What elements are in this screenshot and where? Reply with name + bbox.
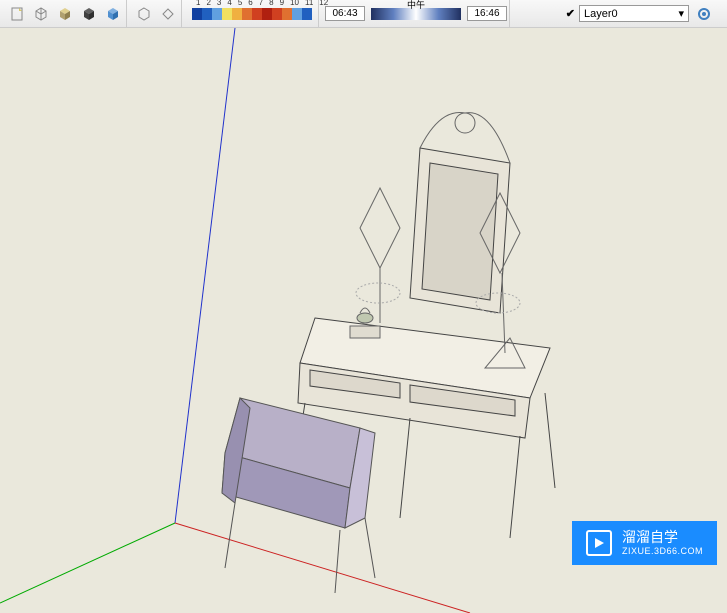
tick-1: 1 [196,0,200,7]
time-mid-label: 中午 [371,0,461,11]
time-group: 06:43 中午 16:46 [323,0,510,27]
tick-9: 9 [280,0,284,7]
x-axis [175,523,470,613]
tool-group-2 [131,0,182,27]
time-end: 16:46 [467,6,507,21]
tick-11: 11 [305,0,313,7]
watermark: 溜溜自学 ZIXUE.3D66.COM [572,521,717,565]
layer-visible-icon[interactable]: ✔ [566,7,575,20]
time-gradient[interactable]: 中午 [371,8,461,20]
tool-group-shapes [4,0,127,27]
page-icon[interactable] [6,3,28,25]
lamp-left [356,188,400,323]
layer-name: Layer0 [584,8,618,20]
tick-4: 4 [227,0,231,7]
tick-6: 6 [248,0,252,7]
tick-7: 7 [259,0,263,7]
tick-12: 12 [319,0,328,7]
time-start: 06:43 [325,6,365,21]
mirror [410,112,510,313]
tick-10: 10 [290,0,299,7]
chevron-down-icon: ▾ [678,7,684,20]
main-toolbar: 1 2 3 4 5 6 7 8 9 10 11 12 06:43 中午 16: [0,0,727,28]
3d-viewport[interactable]: 溜溜自学 ZIXUE.3D66.COM [0,28,727,613]
play-icon [586,530,612,556]
month-gradient[interactable]: 1 2 3 4 5 6 7 8 9 10 11 12 [192,5,312,23]
watermark-sub: ZIXUE.3D66.COM [622,546,703,557]
tick-3: 3 [217,0,221,7]
layer-settings-icon[interactable] [693,3,715,25]
cube-dark-icon[interactable] [78,3,100,25]
gradient-scale-group: 1 2 3 4 5 6 7 8 9 10 11 12 [186,0,319,27]
diamond-icon[interactable] [157,3,179,25]
tick-5: 5 [238,0,242,7]
cube-shaded-icon[interactable] [54,3,76,25]
cube-blue-icon[interactable] [102,3,124,25]
tick-8: 8 [269,0,273,7]
layer-controls: ✔ Layer0 ▾ [566,3,715,25]
chair [222,398,375,593]
cube-outline-icon[interactable] [30,3,52,25]
layer-dropdown[interactable]: Layer0 ▾ [579,5,689,22]
hex-icon[interactable] [133,3,155,25]
tick-2: 2 [206,0,210,7]
watermark-title: 溜溜自学 [622,529,703,546]
y-axis [0,523,175,603]
